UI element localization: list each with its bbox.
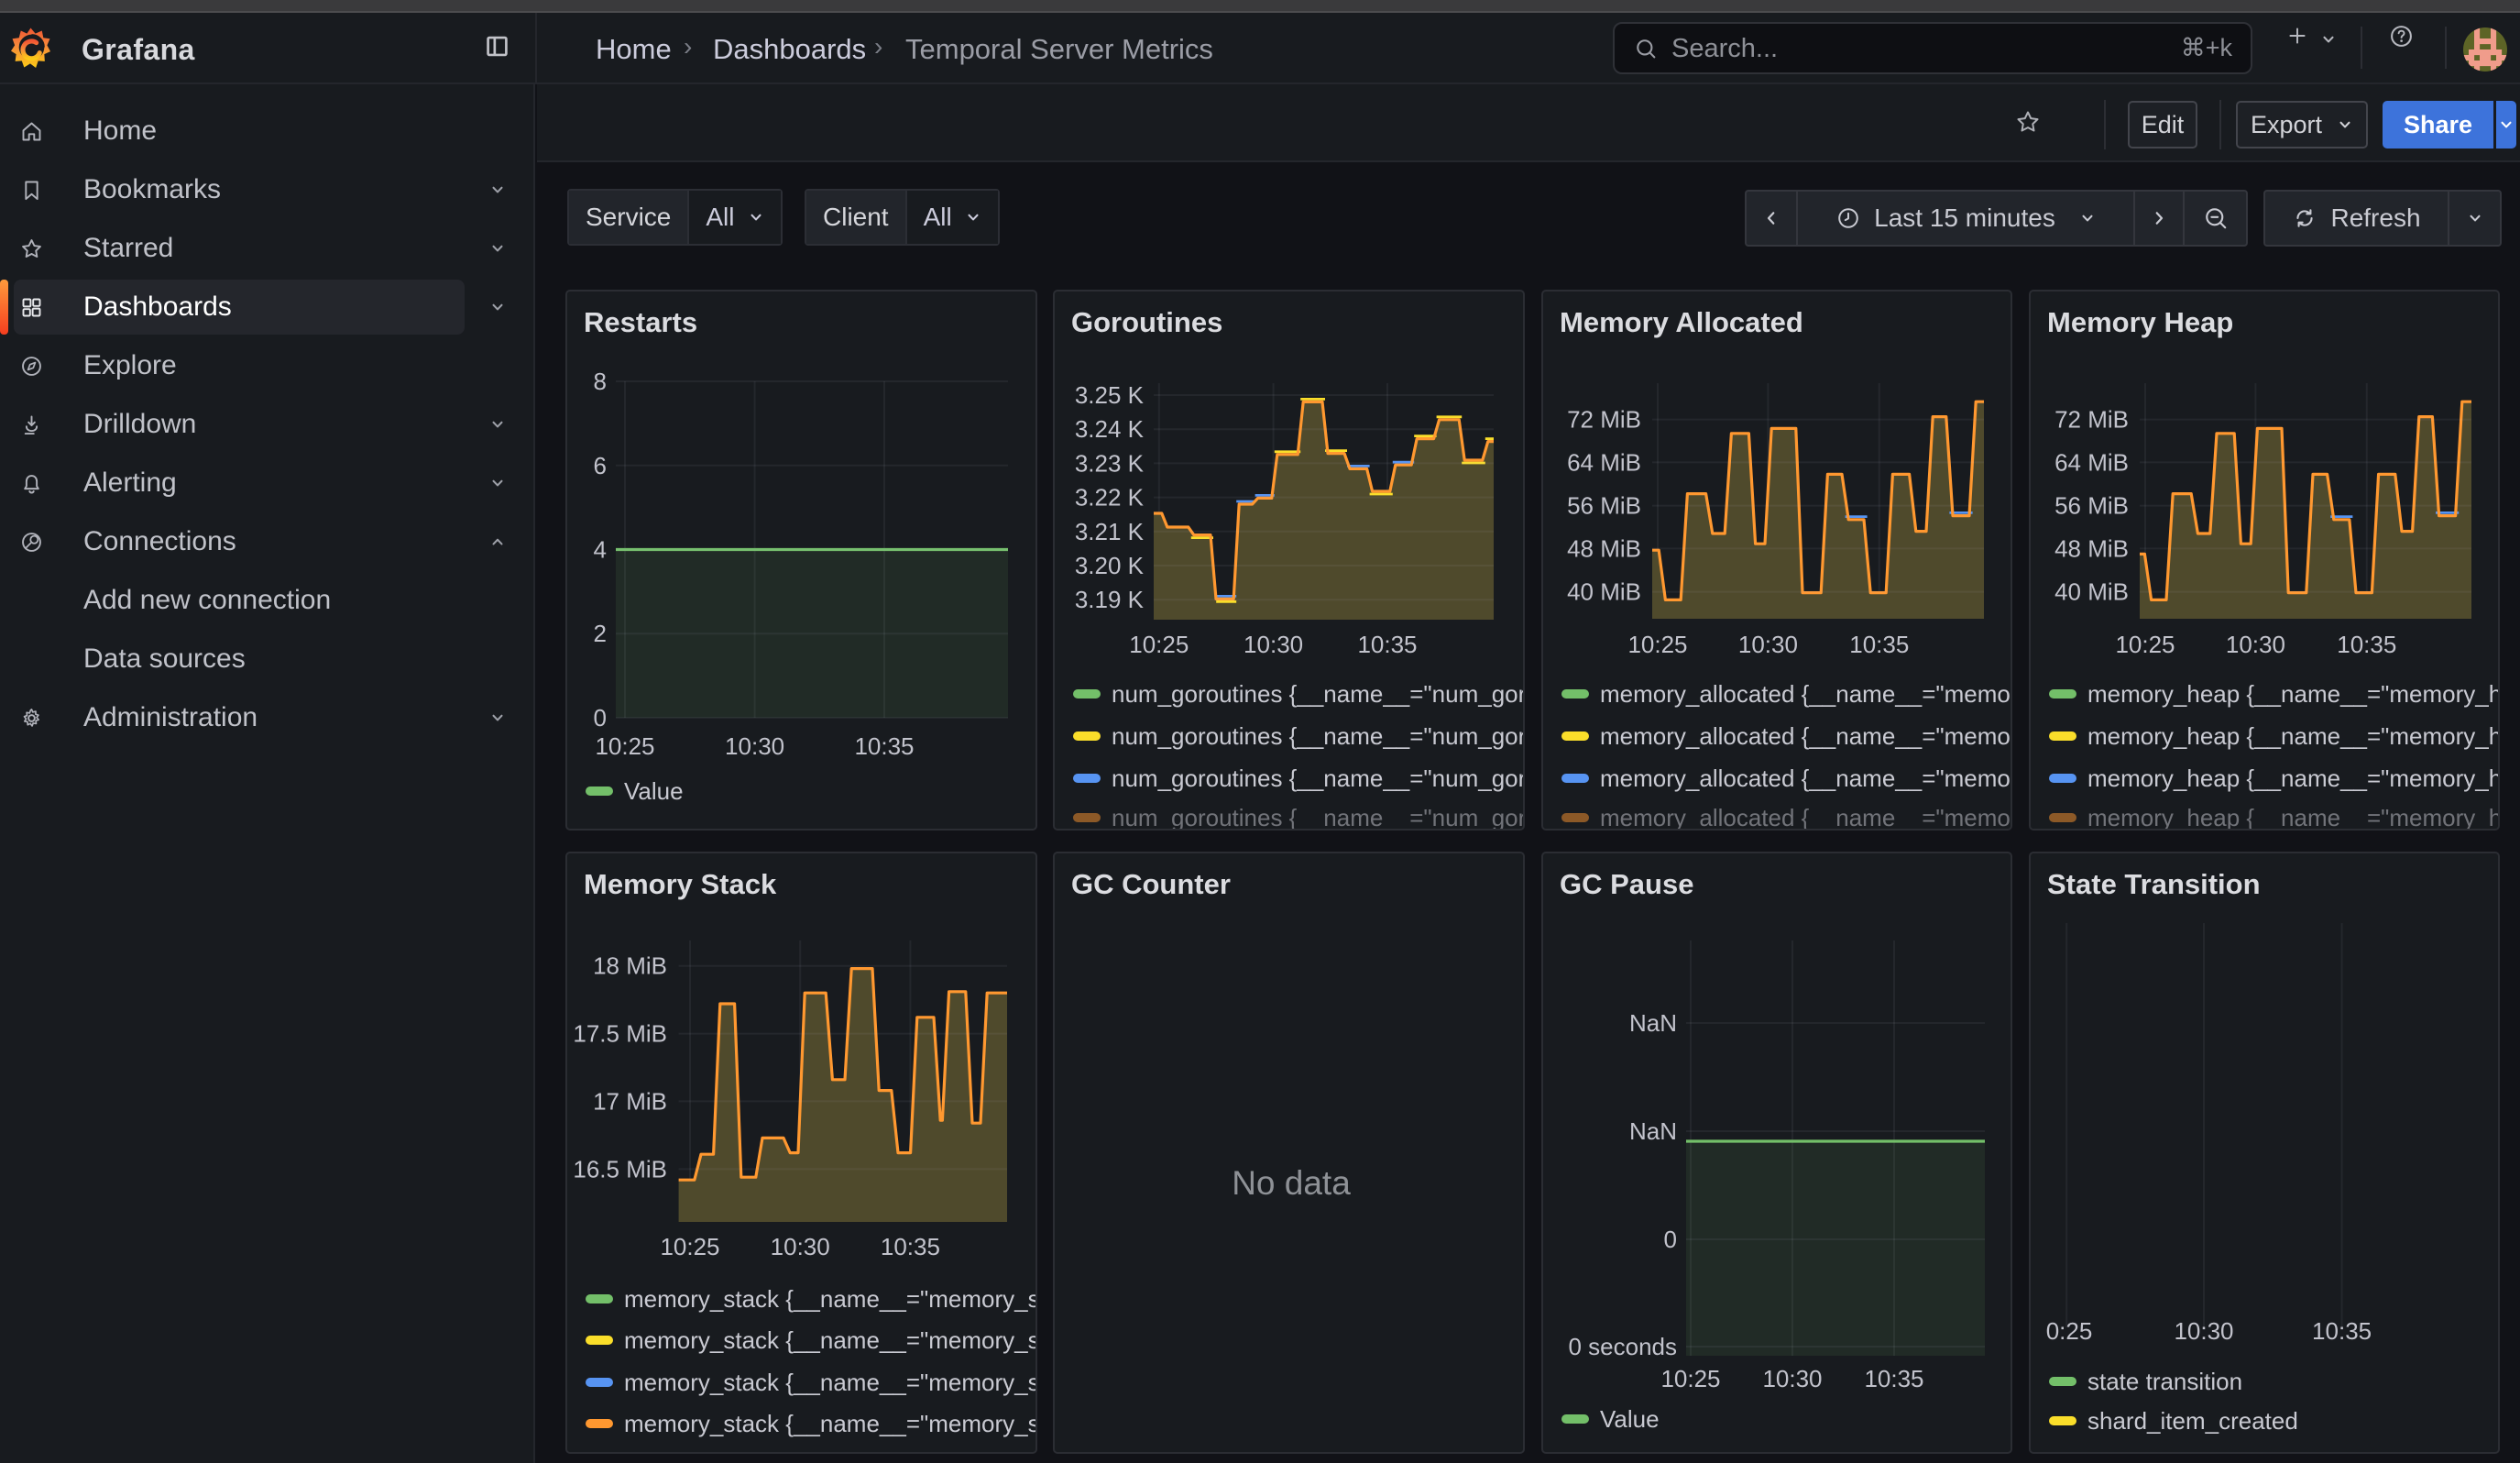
- svg-text:Value: Value: [1600, 1405, 1660, 1433]
- svg-text:8: 8: [594, 368, 607, 395]
- svg-text:56 MiB: 56 MiB: [2054, 491, 2129, 519]
- svg-text:10:30: 10:30: [771, 1233, 830, 1260]
- svg-text:num_goroutines {__name__="num_: num_goroutines {__name__="num_gor: [1112, 680, 1525, 708]
- svg-text:memory_heap {__name__="memory_: memory_heap {__name__="memory_h: [2087, 722, 2501, 750]
- svg-text:17.5 MiB: 17.5 MiB: [573, 1020, 667, 1048]
- svg-text:0: 0: [594, 704, 607, 732]
- svg-text:3.25 K: 3.25 K: [1075, 381, 1145, 409]
- svg-text:3.24 K: 3.24 K: [1075, 415, 1145, 443]
- svg-text:16.5 MiB: 16.5 MiB: [573, 1155, 667, 1182]
- svg-text:memory_heap {__name__="memory_: memory_heap {__name__="memory_h: [2087, 764, 2501, 792]
- svg-text:memory_stack {__name__="memory: memory_stack {__name__="memory_s: [624, 1410, 1037, 1437]
- svg-text:64 MiB: 64 MiB: [2054, 449, 2129, 477]
- svg-text:10:30: 10:30: [2226, 631, 2285, 658]
- svg-text:memory_allocated {__name__="me: memory_allocated {__name__="memo: [1600, 680, 2011, 708]
- svg-text:State Transition: State Transition: [2047, 868, 2261, 900]
- svg-text:64 MiB: 64 MiB: [1567, 449, 1641, 477]
- svg-text:4: 4: [594, 535, 607, 563]
- svg-text:10:30: 10:30: [1244, 631, 1303, 658]
- svg-text:3.20 K: 3.20 K: [1075, 552, 1145, 579]
- svg-text:0: 0: [1663, 1226, 1676, 1253]
- svg-text:memory_allocated {__name__="me: memory_allocated {__name__="memo: [1600, 804, 2011, 830]
- svg-text:10:25: 10:25: [1129, 631, 1189, 658]
- svg-text:memory_heap {__name__="memory_: memory_heap {__name__="memory_h: [2087, 804, 2501, 830]
- svg-text:10:25: 10:25: [2115, 631, 2175, 658]
- svg-text:Restarts: Restarts: [584, 306, 697, 338]
- svg-text:Goroutines: Goroutines: [1071, 306, 1222, 338]
- svg-text:40 MiB: 40 MiB: [1567, 578, 1641, 605]
- svg-text:10:35: 10:35: [1864, 1365, 1923, 1392]
- svg-text:10:35: 10:35: [2312, 1317, 2372, 1345]
- svg-text:3.23 K: 3.23 K: [1075, 449, 1145, 477]
- svg-text:72 MiB: 72 MiB: [1567, 405, 1641, 433]
- svg-text:memory_allocated {__name__="me: memory_allocated {__name__="memo: [1600, 722, 2011, 750]
- svg-text:10:35: 10:35: [881, 1233, 940, 1260]
- svg-text:17 MiB: 17 MiB: [593, 1088, 667, 1116]
- svg-text:0:25: 0:25: [2045, 1317, 2092, 1345]
- svg-text:10:25: 10:25: [1660, 1365, 1720, 1392]
- svg-text:10:35: 10:35: [1358, 631, 1418, 658]
- svg-text:Value: Value: [624, 777, 684, 805]
- svg-text:shard_item_created: shard_item_created: [2087, 1407, 2298, 1435]
- svg-text:Memory Allocated: Memory Allocated: [1560, 306, 1803, 338]
- svg-text:memory_allocated {__name__="me: memory_allocated {__name__="memo: [1600, 764, 2011, 792]
- svg-text:3.21 K: 3.21 K: [1075, 518, 1145, 545]
- svg-text:10:35: 10:35: [854, 732, 914, 760]
- svg-text:10:30: 10:30: [725, 732, 784, 760]
- svg-text:48 MiB: 48 MiB: [1567, 535, 1641, 563]
- svg-text:num_goroutines {__name__="num_: num_goroutines {__name__="num_gor: [1112, 764, 1525, 792]
- svg-text:18 MiB: 18 MiB: [593, 952, 667, 980]
- svg-text:memory_stack {__name__="memory: memory_stack {__name__="memory_s: [624, 1369, 1037, 1396]
- svg-text:memory_heap {__name__="memory_: memory_heap {__name__="memory_h: [2087, 680, 2501, 708]
- svg-text:num_goroutines {__name__="num_: num_goroutines {__name__="num_gor: [1112, 722, 1525, 750]
- svg-text:10:25: 10:25: [660, 1233, 719, 1260]
- svg-text:GC Pause: GC Pause: [1560, 868, 1693, 900]
- svg-text:0 seconds: 0 seconds: [1568, 1333, 1677, 1360]
- svg-text:10:35: 10:35: [2337, 631, 2396, 658]
- svg-text:10:30: 10:30: [1737, 631, 1797, 658]
- svg-text:2: 2: [594, 620, 607, 647]
- svg-text:10:30: 10:30: [2174, 1317, 2233, 1345]
- svg-text:NaN: NaN: [1629, 1009, 1677, 1037]
- svg-text:3.22 K: 3.22 K: [1075, 484, 1145, 512]
- svg-text:memory_stack {__name__="memory: memory_stack {__name__="memory_s: [624, 1285, 1037, 1313]
- svg-text:10:35: 10:35: [1849, 631, 1909, 658]
- svg-text:3.19 K: 3.19 K: [1075, 586, 1145, 613]
- svg-text:memory_stack {__name__="memory: memory_stack {__name__="memory_s: [624, 1326, 1037, 1354]
- svg-text:Memory Heap: Memory Heap: [2047, 306, 2233, 338]
- svg-text:num_goroutines {__name__="num_: num_goroutines {__name__="num_gor: [1112, 804, 1525, 830]
- svg-text:10:25: 10:25: [1627, 631, 1687, 658]
- svg-text:state transition: state transition: [2087, 1368, 2242, 1395]
- svg-text:56 MiB: 56 MiB: [1567, 491, 1641, 519]
- svg-text:NaN: NaN: [1629, 1117, 1677, 1145]
- svg-text:No data: No data: [1232, 1164, 1351, 1202]
- svg-text:48 MiB: 48 MiB: [2054, 535, 2129, 563]
- svg-text:Memory Stack: Memory Stack: [584, 868, 777, 900]
- svg-text:GC Counter: GC Counter: [1071, 868, 1231, 900]
- svg-text:40 MiB: 40 MiB: [2054, 578, 2129, 605]
- svg-text:6: 6: [594, 452, 607, 479]
- svg-text:10:30: 10:30: [1762, 1365, 1822, 1392]
- svg-text:10:25: 10:25: [595, 732, 654, 760]
- svg-text:72 MiB: 72 MiB: [2054, 405, 2129, 433]
